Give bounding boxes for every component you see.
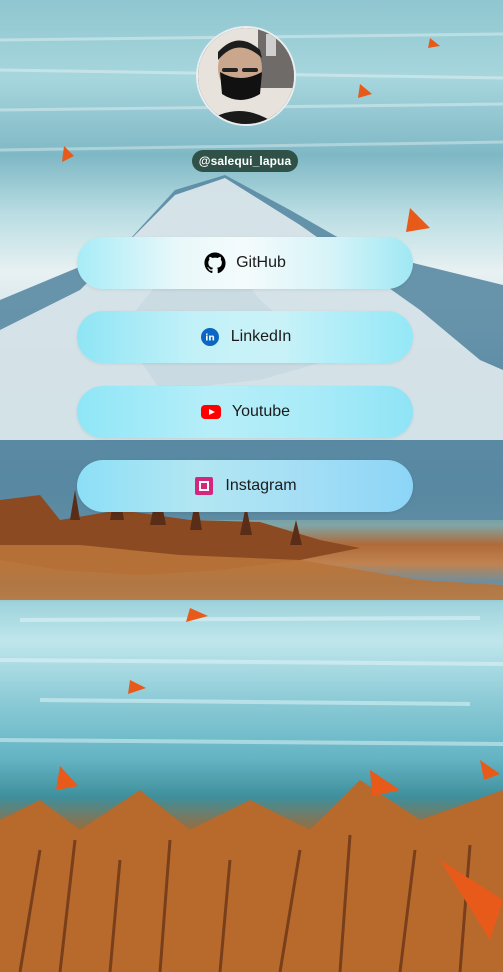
link-page: @salequi_lapua GitHub in LinkedIn Youtub… bbox=[0, 0, 503, 972]
youtube-link-button[interactable]: Youtube bbox=[77, 386, 413, 438]
linkedin-label: LinkedIn bbox=[230, 328, 292, 345]
youtube-label: Youtube bbox=[231, 403, 291, 420]
github-link-button[interactable]: GitHub bbox=[77, 237, 413, 289]
svg-text:in: in bbox=[205, 334, 215, 344]
youtube-icon bbox=[200, 401, 222, 423]
github-label: GitHub bbox=[236, 254, 286, 271]
username-badge[interactable]: @salequi_lapua bbox=[192, 150, 298, 172]
linkedin-icon: in bbox=[199, 326, 221, 348]
avatar-photo bbox=[198, 28, 294, 124]
instagram-label: Instagram bbox=[225, 477, 297, 494]
instagram-icon bbox=[193, 475, 215, 497]
linkedin-link-button[interactable]: in LinkedIn bbox=[77, 311, 413, 363]
github-icon bbox=[204, 252, 226, 274]
profile-avatar bbox=[196, 26, 296, 126]
instagram-link-button[interactable]: Instagram bbox=[77, 460, 413, 512]
